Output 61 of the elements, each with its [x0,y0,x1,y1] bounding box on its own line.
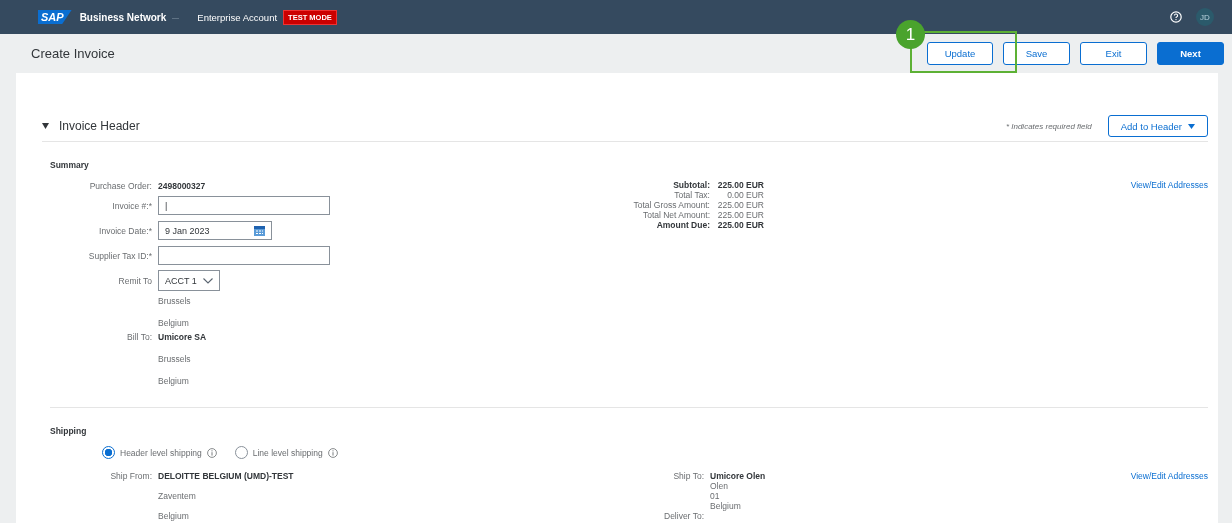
required-note: * Indicates required field [1005,121,1092,131]
info-icon[interactable] [327,447,338,458]
collapse-icon[interactable] [42,123,49,129]
address-line: Brussels [158,354,191,364]
radio-label[interactable]: Header level shipping [120,447,202,458]
address-line: Brussels [158,296,191,306]
address-line: Zaventem [158,491,197,501]
total-label: Total Tax: [673,190,710,200]
action-button[interactable]: Save [1003,42,1070,65]
user-avatar[interactable]: JD [1196,8,1214,26]
page-title: Create Invoice [31,46,115,61]
text-field[interactable] [158,246,330,265]
next-button[interactable]: Next [1157,42,1224,65]
field-label: Remit To [117,275,152,286]
field-label: Invoice #:* [111,200,152,211]
field-value: 2498000327 [158,181,206,191]
address-line: Belgium [710,501,742,511]
field-label: Invoice Date:* [98,225,152,236]
address-line: Olen [710,481,729,491]
action-button[interactable]: Exit [1080,42,1147,65]
total-label: Total Gross Amount: [632,200,710,210]
action-button[interactable]: Update [927,42,993,65]
add-to-header-button[interactable]: Add to Header [1107,115,1208,137]
total-label: Total Net Amount: [641,210,710,220]
account-name: Enterprise Account [197,11,278,23]
field-label: Bill To: [126,332,152,342]
field-label: Ship To: [672,471,704,481]
section-heading: Shipping [50,426,88,436]
address-name: DELOITTE BELGIUM (UMD)-TEST [158,471,294,481]
field-label: Supplier Tax ID:* [87,250,152,261]
product-menu[interactable]: Business Network [79,11,167,23]
logo[interactable]: SAP [38,10,72,24]
address-name: Umicore Olen [710,471,766,481]
radio-label[interactable]: Line level shipping [252,447,323,458]
section-heading: Summary [50,160,90,170]
total-value: 225.00 EUR [716,180,764,190]
info-icon[interactable] [206,447,217,458]
calendar-icon[interactable] [254,225,265,236]
total-label: Subtotal: [672,180,710,190]
section-title[interactable]: Invoice Header [59,119,140,133]
field-label: Purchase Order: [88,181,152,191]
remit-to-dropdown[interactable]: ACCT 1 [158,270,220,291]
view-edit-addresses-link[interactable]: View/Edit Addresses [1130,180,1208,190]
total-value: 225.00 EUR [716,210,764,220]
field-label: Ship From: [109,471,152,481]
total-label: Amount Due: [655,220,710,230]
address-line: 01 [710,491,721,501]
address-line: Belgium [158,511,190,521]
radio-button[interactable] [102,446,115,459]
total-value: 225.00 EUR [716,220,764,230]
total-value: 225.00 EUR [716,200,764,210]
field-label: Deliver To: [663,511,704,521]
view-edit-addresses-link[interactable]: View/Edit Addresses [1130,471,1208,481]
total-value: 0.00 EUR [726,190,764,200]
address-line: Belgium [158,376,189,386]
help-icon[interactable] [1170,11,1182,23]
chevron-icon [202,277,213,284]
address-name: Umicore SA [158,332,207,342]
address-line: Belgium [158,318,189,328]
text-field[interactable]: | [158,196,330,215]
date-field[interactable]: 9 Jan 2023 [158,221,272,240]
